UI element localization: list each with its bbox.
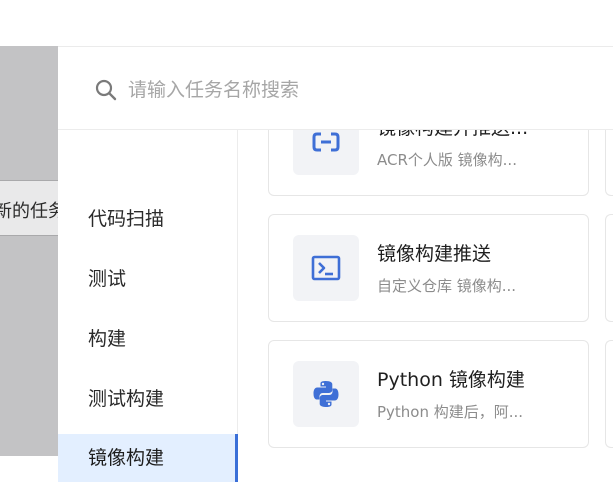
card-icon-container [293, 130, 359, 175]
card-title: 镜像构建并推送... [377, 130, 577, 140]
next-card-edge[interactable] [605, 214, 613, 322]
background-tab-label: 新的任务 [0, 201, 58, 222]
task-card-custom-registry-build[interactable]: 镜像构建推送 自定义仓库 镜像构... [268, 214, 589, 322]
sidebar-item-test-build[interactable]: 测试构建 [58, 375, 238, 423]
card-title: Python 镜像构建 [377, 369, 525, 391]
card-icon-container [293, 235, 359, 301]
search-bar [58, 47, 613, 130]
top-strip [0, 0, 613, 46]
task-picker-panel: 代码扫描 测试 构建 测试构建 镜像构建 镜像构建并推送... ACR个人版 镜… [58, 46, 613, 482]
card-description: 自定义仓库 镜像构... [377, 277, 517, 295]
sidebar-item-code-scan[interactable]: 代码扫描 [58, 195, 238, 243]
search-icon [95, 79, 117, 101]
task-card-acr-image-build[interactable]: 镜像构建并推送... ACR个人版 镜像构... [268, 130, 589, 196]
task-card-python-image-build[interactable]: Python 镜像构建 Python 构建后，阿... [268, 340, 589, 448]
card-description: ACR个人版 镜像构... [377, 151, 517, 169]
python-icon [313, 381, 339, 407]
category-sidebar: 代码扫描 测试 构建 测试构建 镜像构建 [58, 130, 238, 482]
acr-cloud-icon [312, 132, 340, 152]
card-title: 镜像构建推送 [377, 243, 492, 265]
task-list: 镜像构建并推送... ACR个人版 镜像构... 镜像构建推送 自定义仓库 镜像… [238, 130, 613, 457]
sidebar-item-image-build[interactable]: 镜像构建 [58, 434, 238, 482]
card-description: Python 构建后，阿... [377, 403, 524, 421]
overlay-backdrop[interactable] [0, 46, 58, 456]
sidebar-item-test[interactable]: 测试 [58, 255, 238, 303]
next-card-edge[interactable] [605, 130, 613, 196]
background-tab: 新的任务 [0, 180, 58, 236]
card-icon-container [293, 361, 359, 427]
next-card-edge[interactable] [605, 340, 613, 448]
sidebar-item-build[interactable]: 构建 [58, 315, 238, 363]
terminal-icon [311, 255, 341, 281]
search-input[interactable] [126, 73, 590, 107]
